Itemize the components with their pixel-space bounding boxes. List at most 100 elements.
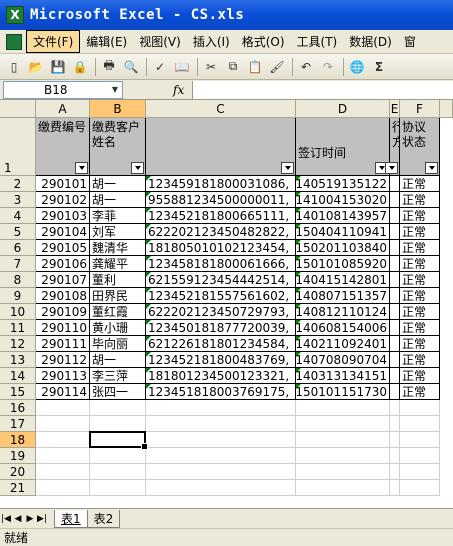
column-header-b[interactable]: B xyxy=(90,100,146,118)
table-cell[interactable]: 正常 xyxy=(400,352,440,368)
last-sheet-icon[interactable]: ▶| xyxy=(36,514,48,524)
table-cell[interactable] xyxy=(390,192,400,208)
row-header-10[interactable]: 10 xyxy=(0,304,36,320)
row-header-5[interactable]: 5 xyxy=(0,224,36,240)
table-cell[interactable]: 20140313134151 xyxy=(296,368,390,384)
row-header-3[interactable]: 3 xyxy=(0,192,36,208)
empty-cell[interactable] xyxy=(90,448,146,464)
empty-cell[interactable] xyxy=(146,432,296,448)
redo-icon[interactable]: ↷ xyxy=(318,57,338,77)
table-cell[interactable]: 正常 xyxy=(400,368,440,384)
table-cell[interactable]: 622202123450729793, xyxy=(146,304,296,320)
empty-cell[interactable] xyxy=(90,480,146,496)
table-cell[interactable]: 正常 xyxy=(400,384,440,400)
table-cell[interactable]: 正常 xyxy=(400,288,440,304)
row-header-11[interactable]: 11 xyxy=(0,320,36,336)
row-header-12[interactable]: 12 xyxy=(0,336,36,352)
table-cell[interactable]: 董红霞 xyxy=(90,304,146,320)
menu-tools[interactable]: 工具(T) xyxy=(291,31,344,52)
table-cell[interactable]: 20140807151357 xyxy=(296,288,390,304)
empty-cell[interactable] xyxy=(296,464,390,480)
row-header-18[interactable]: 18 xyxy=(0,432,36,448)
table-cell[interactable]: 290106 xyxy=(36,256,90,272)
table-cell[interactable]: 胡一 xyxy=(90,352,146,368)
print-icon[interactable]: 🖶 xyxy=(99,57,119,77)
table-cell[interactable] xyxy=(390,336,400,352)
empty-cell[interactable] xyxy=(390,448,400,464)
table-cell[interactable]: 刘军 xyxy=(90,224,146,240)
row-header-21[interactable]: 21 xyxy=(0,480,36,496)
empty-cell[interactable] xyxy=(90,400,146,416)
empty-cell[interactable] xyxy=(400,416,440,432)
row-header-1[interactable]: 1 xyxy=(0,118,36,176)
table-cell[interactable] xyxy=(390,320,400,336)
table-cell[interactable]: 290110 xyxy=(36,320,90,336)
table-cell[interactable] xyxy=(390,288,400,304)
empty-cell[interactable] xyxy=(390,432,400,448)
table-cell[interactable]: 621559123454442514, xyxy=(146,272,296,288)
table-cell[interactable] xyxy=(390,208,400,224)
table-cell[interactable]: 123452181800665111, xyxy=(146,208,296,224)
table-cell[interactable]: 20141004153020 xyxy=(296,192,390,208)
table-cell[interactable]: 290112 xyxy=(36,352,90,368)
table-cell[interactable]: 181805010102123454, xyxy=(146,240,296,256)
empty-cell[interactable] xyxy=(146,416,296,432)
table-cell[interactable]: 123452181557561602, xyxy=(146,288,296,304)
table-cell[interactable]: 20150101085920 xyxy=(296,256,390,272)
empty-cell[interactable] xyxy=(146,448,296,464)
empty-cell[interactable] xyxy=(296,400,390,416)
table-cell[interactable]: 20150101151730 xyxy=(296,384,390,400)
autosum-icon[interactable]: Σ xyxy=(369,57,389,77)
sheet-tab-2[interactable]: 表2 xyxy=(86,509,121,528)
row-header-8[interactable]: 8 xyxy=(0,272,36,288)
empty-cell[interactable] xyxy=(296,432,390,448)
prev-sheet-icon[interactable]: ◀ xyxy=(12,514,24,524)
row-header-4[interactable]: 4 xyxy=(0,208,36,224)
empty-cell[interactable] xyxy=(400,480,440,496)
table-cell[interactable]: 张四一 xyxy=(90,384,146,400)
worksheet-grid[interactable]: A B C D E F 1 2 3 4 5 6 7 8 9 10 11 12 13 14 15 16 17 18 19 20 21 缴… xyxy=(0,100,453,508)
table-cell[interactable]: 290104 xyxy=(36,224,90,240)
table-cell[interactable]: 20140708090704 xyxy=(296,352,390,368)
table-cell[interactable]: 20140812110124 xyxy=(296,304,390,320)
menu-file[interactable]: 文件(F) xyxy=(26,30,81,53)
insert-function-icon[interactable]: fx xyxy=(173,83,184,97)
empty-cell[interactable] xyxy=(146,400,296,416)
next-sheet-icon[interactable]: ▶ xyxy=(24,514,36,524)
table-cell[interactable]: 20140108143957 xyxy=(296,208,390,224)
menu-data[interactable]: 数据(D) xyxy=(343,31,398,52)
table-cell[interactable]: 正常 xyxy=(400,256,440,272)
empty-cell[interactable] xyxy=(146,464,296,480)
first-sheet-icon[interactable]: |◀ xyxy=(0,514,12,524)
table-cell[interactable]: 正常 xyxy=(400,320,440,336)
table-cell[interactable]: 290114 xyxy=(36,384,90,400)
hyperlink-icon[interactable]: 🌐 xyxy=(347,57,367,77)
new-icon[interactable]: ▯ xyxy=(4,57,24,77)
table-cell[interactable]: 20140519135122 xyxy=(296,176,390,192)
row-header-2[interactable]: 2 xyxy=(0,176,36,192)
table-cell[interactable]: 魏清华 xyxy=(90,240,146,256)
empty-cell[interactable] xyxy=(296,416,390,432)
empty-cell[interactable] xyxy=(90,464,146,480)
excel-app-icon[interactable]: X xyxy=(6,6,24,24)
name-box[interactable]: B18 ▼ xyxy=(3,80,123,99)
row-header-6[interactable]: 6 xyxy=(0,240,36,256)
row-header-19[interactable]: 19 xyxy=(0,448,36,464)
table-cell[interactable]: 正常 xyxy=(400,304,440,320)
table-cell[interactable] xyxy=(390,256,400,272)
autofilter-dropdown-icon[interactable] xyxy=(281,162,294,174)
empty-cell[interactable] xyxy=(36,448,90,464)
table-cell[interactable] xyxy=(390,368,400,384)
empty-cell[interactable] xyxy=(36,400,90,416)
menu-view[interactable]: 视图(V) xyxy=(133,31,187,52)
table-cell[interactable] xyxy=(390,352,400,368)
table-cell[interactable]: 123459181800031086, xyxy=(146,176,296,192)
row-header-9[interactable]: 9 xyxy=(0,288,36,304)
chevron-down-icon[interactable]: ▼ xyxy=(112,85,118,94)
table-cell[interactable]: 290111 xyxy=(36,336,90,352)
open-icon[interactable]: 📂 xyxy=(26,57,46,77)
save-icon[interactable]: 💾 xyxy=(48,57,68,77)
copy-icon[interactable]: ⧉ xyxy=(223,57,243,77)
autofilter-dropdown-icon[interactable] xyxy=(425,162,438,174)
table-cell[interactable]: 胡一 xyxy=(90,176,146,192)
